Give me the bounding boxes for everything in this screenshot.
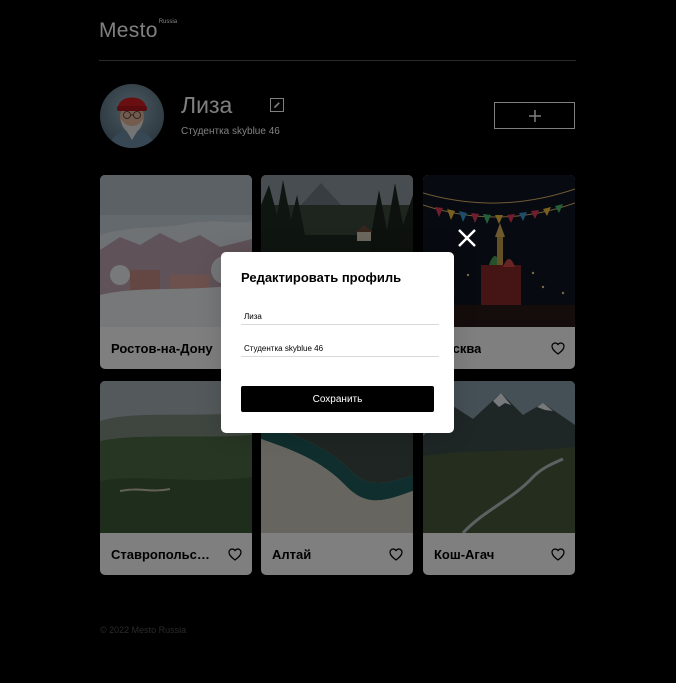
save-button[interactable]: Сохранить <box>241 386 434 412</box>
name-input[interactable] <box>241 308 439 325</box>
popup-close-button[interactable] <box>456 227 478 249</box>
popup-title: Редактировать профиль <box>241 270 402 285</box>
edit-profile-popup: Редактировать профиль Сохранить <box>221 252 454 433</box>
about-input[interactable] <box>241 340 439 357</box>
close-icon <box>458 229 476 247</box>
